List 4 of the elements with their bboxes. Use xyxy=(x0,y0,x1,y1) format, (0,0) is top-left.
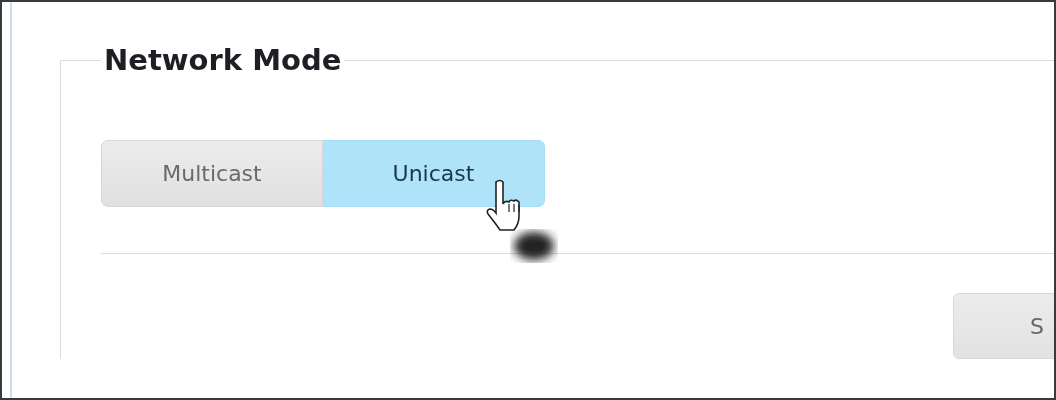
section-title: Network Mode xyxy=(103,42,343,78)
mode-toggle-button[interactable]: Unicast xyxy=(323,140,545,207)
action-button[interactable]: S xyxy=(953,293,1054,359)
mode-toggle-button[interactable]: Multicast xyxy=(101,140,323,207)
